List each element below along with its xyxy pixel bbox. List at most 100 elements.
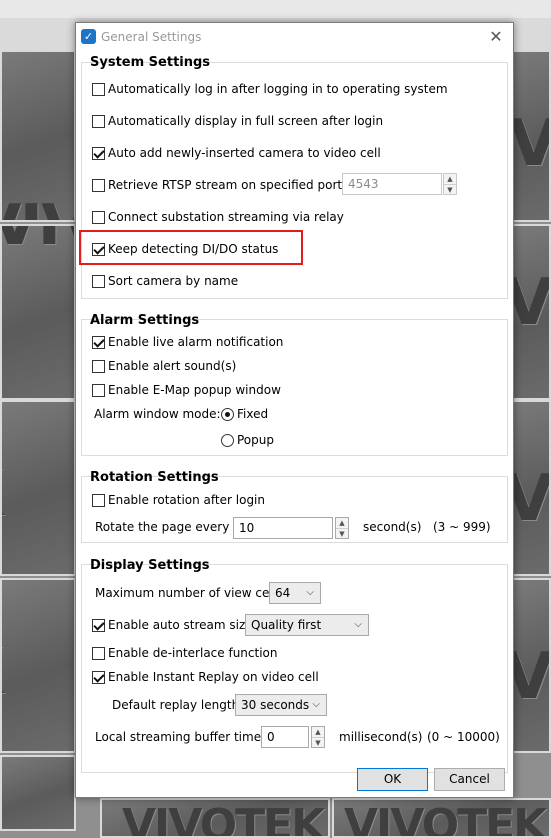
full-screen-option[interactable]: Automatically display in full screen aft… (92, 114, 383, 128)
mode-popup-label: Popup (237, 433, 274, 447)
watermark: VIVOTEK (514, 640, 549, 714)
alert-sound-option[interactable]: Enable alert sound(s) (92, 359, 236, 373)
rotation-enable-option[interactable]: Enable rotation after login (92, 493, 265, 507)
ok-button[interactable]: OK (357, 768, 428, 791)
video-cell[interactable] (0, 755, 76, 831)
dialog-title: General Settings (101, 30, 202, 44)
rotation-enable-label: Enable rotation after login (108, 493, 265, 507)
deinterlace-checkbox[interactable] (92, 646, 105, 660)
video-cell[interactable]: VIVOTEK (512, 50, 551, 222)
video-cell[interactable]: VIVOTEK (332, 798, 551, 838)
alert-sound-checkbox[interactable] (92, 359, 105, 373)
display-settings-group: Display Settings Maximum number of view … (81, 558, 508, 773)
live-alarm-option[interactable]: Enable live alarm notification (92, 335, 283, 349)
mode-popup-radio[interactable] (221, 433, 234, 447)
instant-replay-option[interactable]: Enable Instant Replay on video cell (92, 670, 319, 684)
sort-camera-option[interactable]: Sort camera by name (92, 274, 238, 288)
cancel-button[interactable]: Cancel (434, 768, 505, 791)
chevron-down-icon: ⌵ (306, 587, 314, 598)
watermark: VIVOTEK (514, 107, 549, 181)
rtsp-port-stepper[interactable]: ▲ ▼ (443, 173, 457, 195)
deinterlace-option[interactable]: Enable de-interlace function (92, 646, 277, 660)
spin-up-icon[interactable]: ▲ (336, 518, 348, 528)
dialog-titlebar[interactable]: ✓ General Settings ✕ (76, 23, 513, 51)
video-cell[interactable]: VIVOTEK (512, 578, 551, 753)
full-screen-label: Automatically display in full screen aft… (108, 114, 384, 128)
highlight-annotation (79, 230, 303, 265)
spin-up-icon[interactable]: ▲ (444, 174, 456, 184)
mode-fixed-radio[interactable] (221, 407, 234, 421)
full-screen-checkbox[interactable] (92, 114, 105, 128)
spin-down-icon[interactable]: ▼ (312, 737, 324, 747)
rotate-range-label: (3 ~ 999) (433, 520, 491, 534)
buffer-range-label: (0 ~ 10000) (427, 730, 500, 744)
auto-login-option[interactable]: Automatically log in after logging in to… (92, 82, 448, 96)
replay-length-label: Default replay length: (112, 698, 244, 712)
mode-popup-option[interactable]: Popup (221, 433, 274, 447)
max-cells-label: Maximum number of view cells (95, 586, 283, 600)
app-logo-icon: ✓ (81, 29, 96, 44)
watermark: VIVOTEK (514, 462, 549, 536)
auto-stream-option[interactable]: Enable auto stream size: (92, 618, 257, 632)
display-settings-title: Display Settings (90, 558, 210, 573)
rtsp-port-input[interactable]: 4543 (342, 173, 442, 195)
replay-length-value: 30 seconds (241, 698, 310, 712)
spin-up-icon[interactable]: ▲ (312, 727, 324, 737)
video-cell[interactable]: VIVOTEK (512, 224, 551, 400)
watermark: VIVOTEK (514, 266, 549, 340)
emap-popup-label: Enable E-Map popup window (108, 383, 281, 397)
relay-checkbox[interactable] (92, 210, 105, 224)
live-alarm-checkbox[interactable] (92, 335, 105, 349)
rotation-settings-group: Rotation Settings Enable rotation after … (81, 470, 508, 543)
instant-replay-checkbox[interactable] (92, 670, 105, 684)
background-top-bar (0, 0, 551, 18)
video-cell[interactable]: VIVOTEK (0, 50, 76, 222)
chevron-down-icon: ⌵ (312, 699, 320, 710)
spin-down-icon[interactable]: ▼ (444, 184, 456, 194)
relay-option[interactable]: Connect substation streaming via relay (92, 210, 344, 224)
emap-popup-option[interactable]: Enable E-Map popup window (92, 383, 281, 397)
auto-add-camera-checkbox[interactable] (92, 146, 105, 160)
video-cell[interactable]: VIVOTEK (0, 224, 76, 400)
chevron-down-icon: ⌵ (354, 619, 362, 630)
rotate-interval-stepper[interactable]: ▲ ▼ (335, 517, 349, 539)
video-cell[interactable]: VIVOTEK (100, 798, 330, 838)
video-cell[interactable]: VIVOTEK (0, 578, 76, 753)
auto-stream-value: Quality first (251, 618, 322, 632)
rotate-unit-label: second(s) (363, 520, 422, 534)
general-settings-dialog: ✓ General Settings ✕ System Settings Aut… (75, 22, 514, 798)
mode-fixed-option[interactable]: Fixed (221, 407, 268, 421)
watermark: VIVOTEK (2, 192, 74, 220)
auto-stream-select[interactable]: Quality first ⌵ (245, 614, 369, 636)
rotation-enable-checkbox[interactable] (92, 493, 105, 507)
auto-add-camera-option[interactable]: Auto add newly-inserted camera to video … (92, 146, 381, 160)
rotation-settings-title: Rotation Settings (90, 470, 219, 485)
spin-down-icon[interactable]: ▼ (336, 528, 348, 538)
replay-length-select[interactable]: 30 seconds ⌵ (235, 694, 327, 716)
buffer-time-stepper[interactable]: ▲ ▼ (311, 726, 325, 748)
video-cell[interactable]: VIVOTEK (512, 400, 551, 576)
video-cell[interactable]: VIVOTEK (0, 400, 76, 576)
watermark: VIVOTEK (2, 635, 3, 709)
alarm-settings-title: Alarm Settings (90, 313, 200, 328)
rotate-interval-input[interactable]: 10 (233, 517, 333, 539)
rtsp-port-label: Retrieve RTSP stream on specified port: (108, 178, 347, 192)
auto-add-camera-label: Auto add newly-inserted camera to video … (108, 146, 381, 160)
system-settings-title: System Settings (90, 55, 211, 70)
instant-replay-label: Enable Instant Replay on video cell (108, 670, 319, 684)
rtsp-port-option[interactable]: Retrieve RTSP stream on specified port: (92, 178, 346, 192)
emap-popup-checkbox[interactable] (92, 383, 105, 397)
sort-camera-label: Sort camera by name (108, 274, 239, 288)
auto-stream-checkbox[interactable] (92, 618, 105, 632)
sort-camera-checkbox[interactable] (92, 274, 105, 288)
watermark: VIVOTEK (2, 226, 74, 260)
relay-label: Connect substation streaming via relay (108, 210, 344, 224)
alarm-settings-group: Alarm Settings Enable live alarm notific… (81, 313, 508, 456)
auto-login-checkbox[interactable] (92, 82, 105, 96)
alarm-window-mode-label: Alarm window mode: (94, 407, 221, 421)
max-cells-select[interactable]: 64 ⌵ (269, 582, 321, 604)
rtsp-port-checkbox[interactable] (92, 178, 105, 192)
close-button[interactable]: ✕ (484, 27, 508, 47)
buffer-unit-label: millisecond(s) (339, 730, 423, 744)
buffer-time-input[interactable]: 0 (261, 726, 309, 748)
